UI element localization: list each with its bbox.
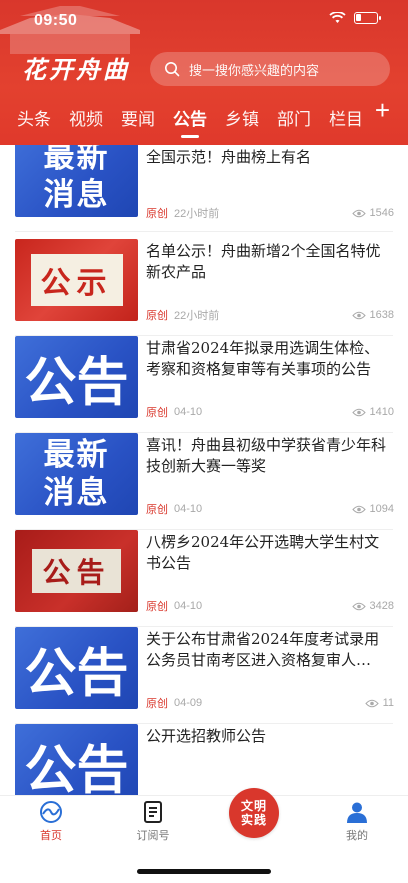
status-icons <box>329 12 381 24</box>
search-icon <box>165 62 180 77</box>
thumb-text: 消息 <box>43 177 110 212</box>
civilization-practice-button[interactable]: 文明 实践 <box>229 788 279 838</box>
search-placeholder: 搜一搜你感兴趣的内容 <box>189 62 320 78</box>
tab-columns[interactable]: 栏目 <box>329 105 363 130</box>
publish-time: 22小时前 <box>174 208 220 220</box>
eye-icon <box>364 699 379 707</box>
nav-home[interactable]: 首页 <box>21 800 81 843</box>
news-meta: 原创 04-09 11 <box>146 695 394 711</box>
status-bar: 09:50 <box>0 0 408 44</box>
news-thumbnail: 公告 <box>15 724 138 795</box>
nav-subscriptions-label: 订阅号 <box>136 830 170 842</box>
battery-icon <box>354 12 381 24</box>
eye-icon <box>351 505 366 513</box>
app-header: 09:50 花开舟曲 搜一搜你感兴趣的内容 头条 视频 要闻 公告 乡镇 部门 … <box>0 0 408 145</box>
news-meta: 原创 04-10 3428 <box>146 598 394 614</box>
publish-time: 04-09 <box>174 697 203 709</box>
news-title: 关于公布甘肃省2024年度考试录用公务员甘南考区进入资格复审人… <box>146 630 380 669</box>
tab-news[interactable]: 要闻 <box>121 105 155 130</box>
thumb-text: 最新 <box>43 145 110 174</box>
source-label: 原创 <box>146 698 168 710</box>
nav-home-label: 首页 <box>40 830 62 842</box>
document-list-icon <box>144 801 162 823</box>
channel-tabs: 头条 视频 要闻 公告 乡镇 部门 栏目 <box>0 100 408 134</box>
tab-announcements[interactable]: 公告 <box>173 105 207 130</box>
thumb-text: 消息 <box>43 475 110 510</box>
thumb-text: 最新 <box>43 437 110 472</box>
eye-icon <box>351 311 366 319</box>
news-list: 最新 消息 全国示范！舟曲榜上有名 原创 22小时前 1546 公示 名单公示！… <box>0 145 408 795</box>
user-icon <box>347 802 367 823</box>
news-thumbnail: 公告 <box>15 627 138 709</box>
center-label-line1: 文明 <box>240 799 267 813</box>
news-thumbnail: 最新 消息 <box>15 145 138 217</box>
nav-subscriptions[interactable]: 订阅号 <box>123 800 183 843</box>
thumb-text: 公告 <box>24 644 129 703</box>
thumb-text: 公告 <box>24 353 129 412</box>
news-title: 公开选招教师公告 <box>146 727 267 745</box>
news-thumbnail: 最新 消息 <box>15 433 138 515</box>
source-label: 原创 <box>146 407 168 419</box>
news-title: 八楞乡2024年公开选聘大学生村文书公告 <box>146 533 380 572</box>
tab-video[interactable]: 视频 <box>69 105 103 130</box>
view-count: 11 <box>364 697 394 709</box>
list-item[interactable]: 最新 消息 全国示范！舟曲榜上有名 原创 22小时前 1546 <box>0 145 408 232</box>
news-thumbnail: 公告 <box>15 336 138 418</box>
source-label: 原创 <box>146 504 168 516</box>
nav-me[interactable]: 我的 <box>327 800 387 843</box>
home-indicator <box>137 869 271 874</box>
list-item[interactable]: 公告 八楞乡2024年公开选聘大学生村文书公告 原创 04-10 3428 <box>0 530 408 627</box>
status-time: 09:50 <box>34 12 78 29</box>
news-meta: 原创 04-10 1410 <box>146 404 394 420</box>
news-title: 全国示范！舟曲榜上有名 <box>146 148 312 166</box>
news-meta: 原创 22小时前 1546 <box>146 205 394 221</box>
source-label: 原创 <box>146 310 168 322</box>
thumb-text: 公告 <box>32 549 121 593</box>
publish-time: 04-10 <box>174 406 203 418</box>
view-count: 1094 <box>351 503 394 515</box>
view-count: 1638 <box>351 309 394 321</box>
view-count: 1546 <box>351 207 394 219</box>
publish-time: 04-10 <box>174 600 203 612</box>
news-meta: 原创 22小时前 1638 <box>146 307 394 323</box>
news-title: 甘肃省2024年拟录用选调生体检、考察和资格复审等有关事项的公告 <box>146 339 380 378</box>
wifi-icon <box>329 12 346 23</box>
add-channel-button[interactable]: + <box>375 97 390 123</box>
bottom-nav: 首页 订阅号 文明 实践 我的 <box>0 788 408 883</box>
news-thumbnail: 公示 <box>15 239 138 321</box>
news-meta: 原创 04-10 1094 <box>146 501 394 517</box>
search-bar[interactable]: 搜一搜你感兴趣的内容 <box>150 52 390 86</box>
thumb-text: 公示 <box>30 254 123 306</box>
news-title: 名单公示！舟曲新增2个全国名特优新农产品 <box>146 242 381 281</box>
view-count: 3428 <box>351 600 394 612</box>
tab-departments[interactable]: 部门 <box>277 105 311 130</box>
center-label-line2: 实践 <box>240 813 267 827</box>
list-item[interactable]: 公告 公开选招教师公告 <box>0 724 408 795</box>
source-label: 原创 <box>146 208 168 220</box>
publish-time: 04-10 <box>174 503 203 515</box>
list-item[interactable]: 公示 名单公示！舟曲新增2个全国名特优新农产品 原创 22小时前 1638 <box>0 239 408 336</box>
view-count: 1410 <box>351 406 394 418</box>
eye-icon <box>351 209 366 217</box>
list-item[interactable]: 公告 甘肃省2024年拟录用选调生体检、考察和资格复审等有关事项的公告 原创 0… <box>0 336 408 433</box>
divider <box>15 231 393 232</box>
list-item[interactable]: 公告 关于公布甘肃省2024年度考试录用公务员甘南考区进入资格复审人… 原创 0… <box>0 627 408 724</box>
list-item[interactable]: 最新 消息 喜讯！舟曲县初级中学获省青少年科技创新大赛一等奖 原创 04-10 … <box>0 433 408 530</box>
news-title: 喜讯！舟曲县初级中学获省青少年科技创新大赛一等奖 <box>146 436 387 475</box>
eye-icon <box>351 408 366 416</box>
home-globe-icon <box>40 801 62 823</box>
source-label: 原创 <box>146 601 168 613</box>
tab-headlines[interactable]: 头条 <box>17 105 51 130</box>
eye-icon <box>351 602 366 610</box>
publish-time: 22小时前 <box>174 310 220 322</box>
app-brand-logo: 花开舟曲 <box>22 55 130 84</box>
tab-townships[interactable]: 乡镇 <box>225 105 259 130</box>
nav-me-label: 我的 <box>346 830 368 842</box>
news-thumbnail: 公告 <box>15 530 138 612</box>
thumb-text: 公告 <box>24 741 129 796</box>
